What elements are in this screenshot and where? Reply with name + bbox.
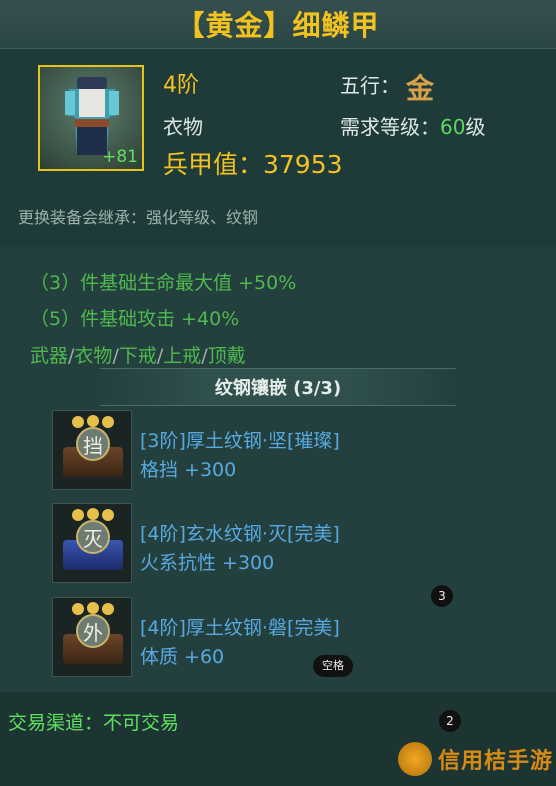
item-icon-slot[interactable]: +81 — [38, 65, 144, 171]
gem-stat-3: 体质 +60 — [140, 646, 225, 668]
hint-badge-space[interactable]: 空格 — [313, 655, 353, 677]
gem-slot-1[interactable]: 挡 — [52, 410, 132, 490]
gem-name-3: [4阶]厚土纹钢·磐[完美] — [140, 617, 340, 639]
hint-badge-3[interactable]: 3 — [431, 585, 453, 607]
gem-glyph-2: 灭 — [76, 520, 110, 554]
armor-power: 兵甲值：37953 — [163, 150, 343, 179]
inlay-header: 纹钢镶嵌 (3/3) — [100, 368, 456, 406]
inlay-title: 纹钢镶嵌 (3/3) — [214, 378, 342, 399]
item-tooltip: 【黄金】细鳞甲 +81 4阶 衣物 五行：金 需求等级：60级 兵甲值：3795… — [0, 0, 556, 786]
gem-slot-2[interactable]: 灭 — [52, 503, 132, 583]
part-lower-ring: 下戒 — [118, 345, 157, 367]
require-label: 需求等级： — [340, 115, 440, 139]
wuxing-value: 金 — [406, 72, 435, 105]
hint-badge-2[interactable]: 2 — [439, 710, 461, 732]
set-bonus-3: （3）件基础生命最大值 +50% — [30, 272, 297, 294]
part-clothes: 衣物 — [74, 345, 113, 367]
gem-slot-3[interactable]: 外 — [52, 597, 132, 677]
set-bonus-5: （5）件基础攻击 +40% — [30, 308, 240, 330]
wuxing-row: 五行：金 — [340, 67, 434, 107]
require-unit: 级 — [465, 115, 486, 139]
part-headwear: 顶戴 — [207, 345, 246, 367]
set-parts: 武器/衣物/下戒/上戒/顶戴 — [30, 345, 246, 367]
require-level: 60 — [440, 115, 466, 139]
item-header: +81 4阶 衣物 五行：金 需求等级：60级 兵甲值：37953 更换装备会继… — [0, 49, 556, 247]
item-title: 【黄金】细鳞甲 — [176, 9, 380, 42]
wuxing-label: 五行： — [340, 73, 400, 98]
item-tier: 4阶 — [163, 73, 199, 98]
require-row: 需求等级：60级 — [340, 111, 485, 140]
watermark-text: 信用桔手游 — [438, 749, 554, 774]
enhance-level: +81 — [102, 147, 138, 167]
trade-channel: 交易渠道：不可交易 — [8, 712, 180, 734]
watermark-logo-icon — [398, 742, 432, 776]
item-category: 衣物 — [163, 115, 203, 139]
part-upper-ring: 上戒 — [163, 345, 202, 367]
gem-stat-2: 火系抗性 +300 — [140, 552, 275, 574]
inherit-note: 更换装备会继承：强化等级、纹钢 — [18, 208, 259, 227]
gem-name-1: [3阶]厚土纹钢·坚[璀璨] — [140, 430, 340, 452]
gem-glyph-3: 外 — [76, 614, 110, 648]
title-bar: 【黄金】细鳞甲 — [0, 0, 556, 49]
gem-name-2: [4阶]玄水纹钢·灭[完美] — [140, 523, 340, 545]
watermark: 信用桔手游 — [398, 742, 553, 776]
part-weapon: 武器 — [30, 345, 69, 367]
gem-stat-1: 格挡 +300 — [140, 459, 237, 481]
gem-glyph-1: 挡 — [76, 427, 110, 461]
